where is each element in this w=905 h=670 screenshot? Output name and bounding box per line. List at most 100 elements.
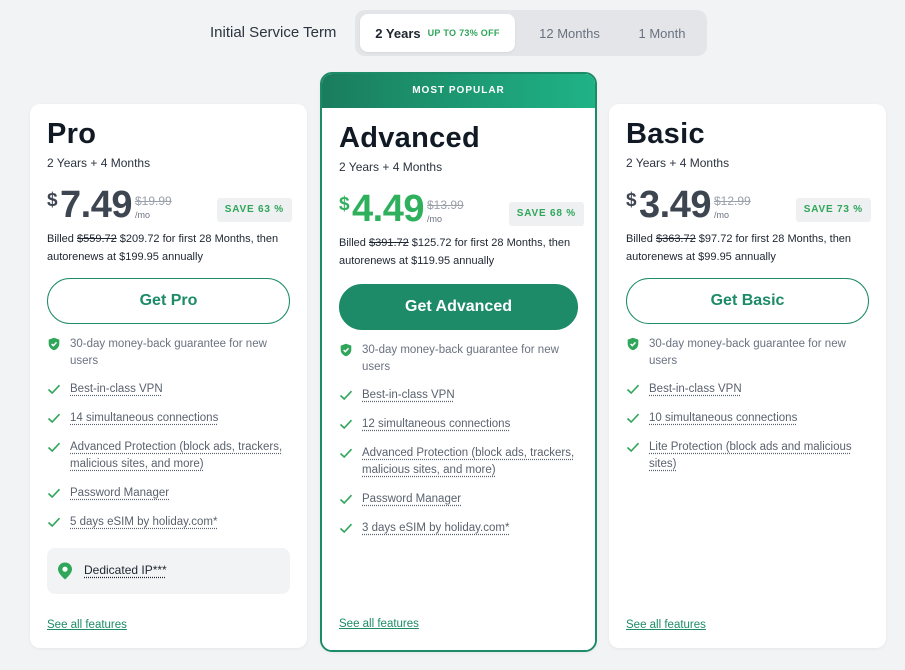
feature-item: Best-in-class VPN	[339, 387, 584, 404]
discount-badge: UP TO 73% OFF	[427, 28, 500, 38]
check-icon	[626, 442, 640, 453]
billed-prefix: Billed	[339, 237, 369, 249]
dedicated-ip-label[interactable]: Dedicated IP***	[84, 563, 167, 577]
plan-term: 2 Years + 4 Months	[47, 156, 151, 170]
feature-item: Advanced Protection (block ads, trackers…	[47, 439, 292, 473]
see-all-features-link[interactable]: See all features	[47, 619, 127, 631]
check-icon	[626, 384, 640, 395]
term-option-1-month[interactable]: 1 Month	[617, 14, 707, 52]
check-icon	[47, 488, 61, 499]
save-badge: SAVE 73 %	[795, 198, 871, 222]
original-price: $12.99	[714, 194, 751, 208]
get-pro-button[interactable]: Get Pro	[47, 278, 290, 324]
monthly-price: 4.49	[352, 188, 424, 230]
term-option-2-years[interactable]: 2 Years UP TO 73% OFF	[360, 14, 515, 52]
check-icon	[47, 517, 61, 528]
billing-details: Billed $391.72 $125.72 for first 28 Mont…	[339, 234, 587, 270]
get-basic-button[interactable]: Get Basic	[626, 278, 869, 324]
feature-text[interactable]: 5 days eSIM by holiday.com*	[70, 516, 217, 528]
term-option-12-months[interactable]: 12 Months	[517, 14, 622, 52]
plan-name: Basic	[626, 118, 705, 150]
feature-text[interactable]: Advanced Protection (block ads, trackers…	[70, 441, 282, 470]
term-option-label: 1 Month	[638, 25, 686, 41]
check-icon	[47, 442, 61, 453]
billed-original: $363.72	[655, 233, 696, 245]
feature-item: 10 simultaneous connections	[626, 410, 871, 427]
currency-symbol: $	[626, 190, 637, 211]
feature-text: 30-day money-back guarantee for new user…	[362, 344, 559, 373]
check-icon	[47, 384, 61, 395]
billing-details: Billed $559.72 $209.72 for first 28 Mont…	[47, 230, 295, 266]
billed-original: $391.72	[368, 237, 409, 249]
feature-text[interactable]: 3 days eSIM by holiday.com*	[362, 522, 509, 534]
feature-item: 12 simultaneous connections	[339, 416, 584, 433]
check-icon	[339, 448, 353, 459]
feature-item: 30-day money-back guarantee for new user…	[339, 342, 584, 376]
term-option-label: 2 Years	[375, 25, 421, 41]
feature-text[interactable]: 10 simultaneous connections	[649, 412, 797, 424]
billing-details: Billed $363.72 $97.72 for first 28 Month…	[626, 230, 874, 266]
monthly-price: 3.49	[639, 184, 711, 226]
see-all-features-link[interactable]: See all features	[339, 618, 419, 630]
feature-text: 30-day money-back guarantee for new user…	[70, 338, 267, 367]
per-month-label: /mo	[714, 210, 730, 220]
feature-list: 30-day money-back guarantee for new user…	[339, 342, 584, 549]
currency-symbol: $	[47, 190, 58, 211]
check-icon	[339, 494, 353, 505]
feature-item: 14 simultaneous connections	[47, 410, 292, 427]
most-popular-banner: MOST POPULAR	[322, 74, 595, 108]
per-month-label: /mo	[427, 214, 443, 224]
term-selector: Initial Service Term 2 Years UP TO 73% O…	[0, 10, 905, 56]
check-icon	[626, 413, 640, 424]
check-icon	[47, 413, 61, 424]
feature-item: 5 days eSIM by holiday.com*	[47, 514, 292, 531]
shield-icon	[627, 337, 639, 351]
feature-item: Best-in-class VPN	[47, 381, 292, 398]
shield-icon	[48, 337, 60, 351]
check-icon	[339, 523, 353, 534]
billed-prefix: Billed	[626, 233, 656, 245]
term-switch: 2 Years UP TO 73% OFF 12 Months 1 Month	[355, 10, 707, 56]
currency-symbol: $	[339, 194, 350, 215]
plan-name: Pro	[47, 118, 97, 150]
per-month-label: /mo	[135, 210, 151, 220]
plan-card-pro: Pro 2 Years + 4 Months $ 7.49 $19.99 /mo…	[30, 104, 307, 648]
feature-item: 30-day money-back guarantee for new user…	[47, 336, 292, 370]
plan-name: Advanced	[339, 122, 480, 154]
feature-item: 30-day money-back guarantee for new user…	[626, 336, 871, 370]
billed-prefix: Billed	[47, 233, 77, 245]
feature-text[interactable]: Best-in-class VPN	[362, 389, 455, 401]
term-label: Initial Service Term	[210, 24, 337, 41]
feature-text[interactable]: 12 simultaneous connections	[362, 418, 510, 430]
get-advanced-button[interactable]: Get Advanced	[339, 284, 578, 330]
billed-original: $559.72	[76, 233, 117, 245]
feature-text[interactable]: Lite Protection (block ads and malicious…	[649, 441, 852, 470]
feature-item: Advanced Protection (block ads, trackers…	[339, 445, 584, 479]
location-pin-icon	[58, 562, 72, 580]
plan-card-body: Advanced 2 Years + 4 Months $ 4.49 $13.9…	[322, 108, 595, 650]
shield-icon	[340, 343, 352, 357]
feature-text[interactable]: Best-in-class VPN	[649, 383, 742, 395]
term-option-label: 12 Months	[539, 25, 600, 41]
feature-text[interactable]: Best-in-class VPN	[70, 383, 163, 395]
monthly-price: 7.49	[60, 184, 132, 226]
feature-text[interactable]: Advanced Protection (block ads, trackers…	[362, 447, 574, 476]
price-row: $ 3.49 $12.99 /mo SAVE 73 %	[626, 184, 871, 228]
feature-text[interactable]: 14 simultaneous connections	[70, 412, 218, 424]
save-badge: SAVE 63 %	[216, 198, 292, 222]
feature-item: 3 days eSIM by holiday.com*	[339, 520, 584, 537]
feature-item: Lite Protection (block ads and malicious…	[626, 439, 871, 473]
feature-list: 30-day money-back guarantee for new user…	[47, 336, 292, 543]
feature-text[interactable]: Password Manager	[70, 487, 169, 499]
price-row: $ 4.49 $13.99 /mo SAVE 68 %	[339, 188, 584, 232]
original-price: $13.99	[427, 198, 464, 212]
plan-card-basic: Basic 2 Years + 4 Months $ 3.49 $12.99 /…	[609, 104, 886, 648]
original-price: $19.99	[135, 194, 172, 208]
plan-term: 2 Years + 4 Months	[339, 160, 443, 174]
see-all-features-link[interactable]: See all features	[626, 619, 706, 631]
check-icon	[339, 390, 353, 401]
feature-text[interactable]: Password Manager	[362, 493, 461, 505]
price-row: $ 7.49 $19.99 /mo SAVE 63 %	[47, 184, 292, 228]
check-icon	[339, 419, 353, 430]
plan-term: 2 Years + 4 Months	[626, 156, 730, 170]
